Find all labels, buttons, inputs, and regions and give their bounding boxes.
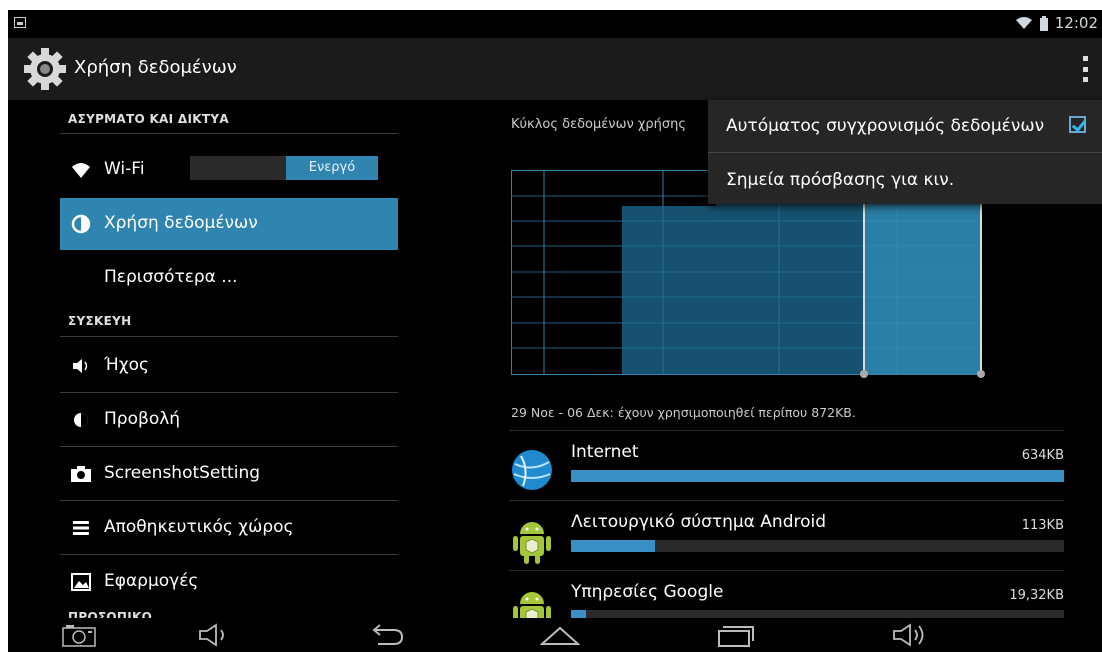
- storage-icon: [73, 521, 89, 535]
- divider: [60, 392, 398, 393]
- wifi-toggle[interactable]: Ενεργό: [190, 156, 378, 180]
- settings-list: ΑΣΥΡΜΑΤΟ ΚΑΙ ΔΙΚΤΥΑ Wi-Fi Ενεργό Χρήση δ…: [8, 100, 406, 618]
- app-data-size: 113KB: [1021, 518, 1064, 533]
- brightness-icon: [74, 413, 88, 427]
- app-data-size: 634KB: [1021, 448, 1064, 463]
- data-usage-icon: [71, 214, 91, 234]
- status-icons: 12:02: [1015, 14, 1098, 32]
- navigation-bar: [8, 618, 1102, 652]
- divider: [708, 152, 1102, 153]
- data-cycle-label[interactable]: Κύκλος δεδομένων χρήσης: [511, 117, 686, 132]
- divider: [509, 430, 1064, 431]
- app-usage-row-google-services[interactable]: Υπηρεσίες Google 19,32KB: [509, 576, 1064, 618]
- app-name: Internet: [571, 442, 639, 462]
- divider: [509, 500, 1064, 501]
- menu-item-auto-sync[interactable]: Αυτόματος συγχρονισμός δεδομένων: [726, 116, 1044, 136]
- app-usage-bar-fill: [571, 540, 655, 552]
- home-icon[interactable]: [540, 622, 580, 648]
- sidebar-item-label: Προβολή: [104, 409, 181, 429]
- auto-sync-checkbox[interactable]: [1069, 116, 1086, 133]
- gear-icon[interactable]: [22, 46, 68, 92]
- sidebar-item-label: Χρήση δεδομένων: [104, 213, 258, 233]
- divider: [60, 336, 398, 337]
- volume-down-icon[interactable]: [196, 622, 236, 648]
- sidebar-item-label: Αποθηκευτικός χώρος: [104, 517, 294, 537]
- divider: [60, 133, 398, 134]
- app-name: Υπηρεσίες Google: [571, 582, 724, 602]
- sidebar-item-sound[interactable]: Ήχος: [60, 340, 398, 392]
- globe-icon: [512, 450, 552, 490]
- menu-item-access-points[interactable]: Σημεία πρόσβασης για κιν.: [726, 170, 954, 190]
- sidebar-item-wifi[interactable]: Wi-Fi Ενεργό: [60, 144, 398, 196]
- status-time: 12:02: [1054, 14, 1098, 32]
- page-title: Χρήση δεδομένων: [74, 57, 237, 78]
- divider: [60, 446, 398, 447]
- sidebar-item-label: Εφαρμογές: [104, 571, 199, 591]
- usage-range-summary: 29 Νοε - 06 Δεκ: έχουν χρησιμοποιηθεί πε…: [511, 405, 856, 420]
- overflow-menu-icon[interactable]: [1076, 56, 1094, 82]
- divider: [509, 570, 1064, 571]
- speaker-icon: [73, 359, 88, 373]
- sidebar-item-more[interactable]: Περισσότερα ...: [60, 252, 398, 304]
- sidebar-item-label: Ήχος: [104, 355, 150, 375]
- sidebar-item-display[interactable]: Προβολή: [60, 394, 398, 446]
- app-usage-bar-fill: [571, 610, 586, 618]
- section-header-personal: ΠΡΟΣΩΠΙΚΟ: [68, 610, 153, 618]
- apps-icon: [71, 573, 91, 591]
- volume-up-icon[interactable]: [890, 622, 930, 648]
- sidebar-item-apps[interactable]: Εφαρμογές: [60, 556, 398, 608]
- wifi-toggle-on-label: Ενεργό: [286, 156, 378, 180]
- app-usage-row-internet[interactable]: Internet 634KB: [509, 436, 1064, 504]
- divider: [60, 500, 398, 501]
- section-header-wireless: ΑΣΥΡΜΑΤΟ ΚΑΙ ΔΙΚΤΥΑ: [68, 112, 229, 126]
- battery-icon: [1039, 15, 1048, 31]
- wifi-icon: [72, 163, 90, 178]
- sidebar-item-storage[interactable]: Αποθηκευτικός χώρος: [60, 502, 398, 554]
- action-bar: Χρήση δεδομένων: [8, 38, 1102, 100]
- android-icon: [513, 592, 551, 618]
- sidebar-item-label: Wi-Fi: [104, 159, 145, 179]
- status-bar: 12:02: [8, 10, 1102, 38]
- app-usage-bar: [571, 470, 1064, 482]
- section-header-device: ΣΥΣΚΕΥΗ: [68, 314, 132, 328]
- camera-icon: [71, 466, 91, 482]
- sidebar-item-screenshot-setting[interactable]: ScreenshotSetting: [60, 448, 398, 500]
- app-usage-bar: [571, 610, 1064, 618]
- app-data-size: 19,32KB: [1009, 588, 1064, 603]
- tablet-screen: 12:02 Χρήση δεδομένων ΑΣΥΡΜΑΤΟ ΚΑΙ ΔΙΚΤΥ…: [8, 10, 1102, 652]
- android-icon: [513, 522, 551, 564]
- sidebar-item-data-usage[interactable]: Χρήση δεδομένων: [60, 198, 398, 250]
- sidebar-item-label: Περισσότερα ...: [104, 267, 238, 287]
- screenshot-icon[interactable]: [60, 622, 100, 648]
- recent-apps-icon[interactable]: [716, 622, 756, 648]
- app-usage-bar: [571, 540, 1064, 552]
- wifi-icon: [1015, 17, 1032, 29]
- sidebar-item-label: ScreenshotSetting: [104, 463, 261, 483]
- back-icon[interactable]: [366, 622, 406, 648]
- app-usage-bar-fill: [571, 470, 1064, 482]
- overflow-popup-menu: Αυτόματος συγχρονισμός δεδομένων Σημεία …: [708, 100, 1102, 204]
- app-usage-row-android-os[interactable]: Λειτουργικό σύστημα Android 113KB: [509, 506, 1064, 574]
- screenshot-notification-icon: [14, 17, 26, 28]
- divider: [60, 554, 398, 555]
- app-name: Λειτουργικό σύστημα Android: [571, 512, 827, 532]
